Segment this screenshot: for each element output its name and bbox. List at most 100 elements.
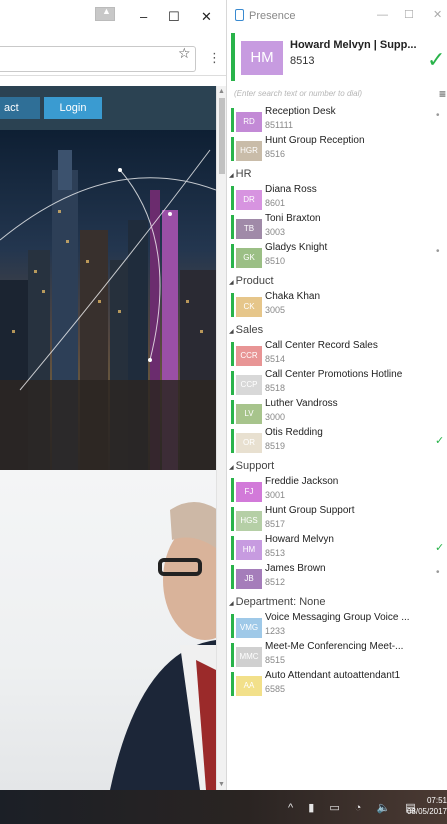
contact-extension: 6585 (265, 684, 286, 694)
presence-close-button[interactable]: ✕ (433, 8, 442, 21)
avatar: RD (236, 112, 262, 132)
collapse-triangle-icon[interactable]: ◢ (229, 173, 234, 179)
contact-extension: 8510 (265, 256, 286, 266)
contact-row[interactable]: HGR Hunt Group Reception 8516 (231, 135, 447, 163)
collapse-triangle-icon[interactable]: ◢ (229, 465, 234, 471)
maximize-button[interactable]: ☐ (168, 9, 180, 25)
group-header[interactable]: ◢ Product (229, 275, 274, 287)
contact-extension: 8517 (265, 519, 286, 529)
browser-scrollbar[interactable]: ▲ ▼ (216, 86, 226, 790)
contact-name: Chaka Khan (265, 291, 321, 302)
contact-extension: 8519 (265, 441, 286, 451)
contact-name: Freddie Jackson (265, 476, 339, 487)
system-tray-icons[interactable]: ^ ▮ ▭ ◔ 🔈 ▤ (288, 801, 422, 814)
clock-date: 08/05/2017 (406, 807, 447, 816)
contact-row[interactable]: GK Gladys Knight 8510 • (231, 242, 447, 270)
status-bar (231, 186, 234, 210)
hamburger-menu-icon[interactable]: ≡ (439, 87, 446, 101)
contact-name: Call Center Record Sales (265, 340, 378, 351)
contact-extension: 8514 (265, 354, 286, 364)
my-extension: 8513 (290, 55, 315, 67)
contact-extension: 8512 (265, 577, 286, 587)
businessman-photo (0, 470, 216, 790)
nav-login-button[interactable]: Login (44, 97, 102, 119)
status-bar (231, 536, 234, 560)
star-icon[interactable]: ☆ (178, 45, 191, 62)
minimize-button[interactable]: – (140, 9, 147, 24)
kebab-menu-icon[interactable]: ⋮ (208, 50, 221, 66)
collapse-triangle-icon[interactable]: ◢ (229, 601, 234, 607)
avatar: CCR (236, 346, 262, 366)
collapse-triangle-icon[interactable]: ◢ (229, 329, 234, 335)
contact-extension: 8601 (265, 198, 286, 208)
contact-row[interactable]: JB James Brown 8512 • (231, 563, 447, 591)
contact-row[interactable]: CK Chaka Khan 3005 (231, 291, 447, 319)
contact-extension: 8515 (265, 655, 286, 665)
contact-extension: 3005 (265, 305, 286, 315)
contact-row[interactable]: MMC Meet-Me Conferencing Meet-... 8515 (231, 641, 447, 669)
collapse-triangle-icon[interactable]: ◢ (229, 280, 234, 286)
contact-extension: 3001 (265, 490, 286, 500)
browser-titlebar: ▲ – ☐ ✕ (0, 0, 226, 34)
contact-name: Diana Ross (265, 184, 317, 195)
avatar: CCP (236, 375, 262, 395)
avatar: OR (236, 433, 262, 453)
contact-name: Meet-Me Conferencing Meet-... (265, 641, 404, 652)
status-indicator-icon: • (436, 110, 440, 121)
presence-maximize-button[interactable]: ☐ (404, 8, 414, 21)
scroll-down-arrow-icon[interactable]: ▼ (218, 781, 225, 788)
contact-name: Hunt Group Reception (265, 135, 365, 146)
scroll-thumb[interactable] (219, 98, 225, 174)
contact-extension: 851111 (265, 120, 294, 130)
status-indicator-icon: ✓ (435, 542, 445, 554)
status-bar (231, 429, 234, 453)
status-bar (231, 672, 234, 696)
contact-row[interactable]: OR Otis Redding 8519 ✓ (231, 427, 447, 455)
avatar: GK (236, 248, 262, 268)
person-icon[interactable]: ▲ (95, 6, 115, 21)
contact-row[interactable]: VMG Voice Messaging Group Voice ... 1233 (231, 612, 447, 640)
contact-row[interactable]: TB Toni Braxton 3003 (231, 213, 447, 241)
group-header[interactable]: ◢ HR (229, 168, 252, 180)
contact-name: Luther Vandross (265, 398, 338, 409)
contact-row[interactable]: FJ Freddie Jackson 3001 (231, 476, 447, 504)
contact-row[interactable]: LV Luther Vandross 3000 (231, 398, 447, 426)
clock[interactable]: 07:51 08/05/2017 (406, 795, 447, 817)
contact-row[interactable]: RD Reception Desk 851111 • (231, 106, 447, 134)
close-button[interactable]: ✕ (201, 9, 212, 25)
status-indicator-icon: • (436, 246, 440, 257)
site-navbar: act Login (0, 86, 216, 130)
status-bar (231, 371, 234, 395)
group-header[interactable]: ◢ Support (229, 460, 274, 472)
scroll-up-arrow-icon[interactable]: ▲ (218, 88, 225, 95)
status-bar (231, 293, 234, 317)
windows-taskbar: ^ ▮ ▭ ◔ 🔈 ▤ 07:51 08/05/2017 (0, 790, 447, 824)
search-input[interactable]: (Enter search text or number to dial) (234, 89, 362, 98)
status-bar (231, 400, 234, 424)
contact-row[interactable]: CCR Call Center Record Sales 8514 (231, 340, 447, 368)
my-status-card[interactable]: HM Howard Melvyn | Supp... 8513 ✓ (231, 33, 447, 81)
contact-row[interactable]: CCP Call Center Promotions Hotline 8518 (231, 369, 447, 397)
contact-name: Otis Redding (265, 427, 323, 438)
contact-extension: 1233 (265, 626, 286, 636)
contact-extension: 3003 (265, 227, 286, 237)
contact-name: Auto Attendant autoattendant1 (265, 670, 401, 681)
status-bar (231, 342, 234, 366)
group-header[interactable]: ◢ Sales (229, 324, 263, 336)
url-input[interactable] (0, 46, 196, 72)
presence-titlebar: Presence — ☐ ✕ (227, 0, 447, 28)
group-header[interactable]: ◢ Department: None (229, 596, 326, 608)
contact-name: Hunt Group Support (265, 505, 355, 516)
presence-minimize-button[interactable]: — (377, 9, 388, 21)
status-bar (231, 614, 234, 638)
contact-extension: 8516 (265, 149, 286, 159)
contact-row[interactable]: HGS Hunt Group Support 8517 (231, 505, 447, 533)
contact-row[interactable]: AA Auto Attendant autoattendant1 6585 (231, 670, 447, 698)
contact-extension: 3000 (265, 412, 286, 422)
contact-row[interactable]: HM Howard Melvyn 8513 ✓ (231, 534, 447, 562)
contact-name: Gladys Knight (265, 242, 328, 253)
status-bar (231, 137, 234, 161)
contact-row[interactable]: DR Diana Ross 8601 (231, 184, 447, 212)
nav-contact-link[interactable]: act (0, 97, 40, 119)
phone-icon (235, 9, 244, 21)
